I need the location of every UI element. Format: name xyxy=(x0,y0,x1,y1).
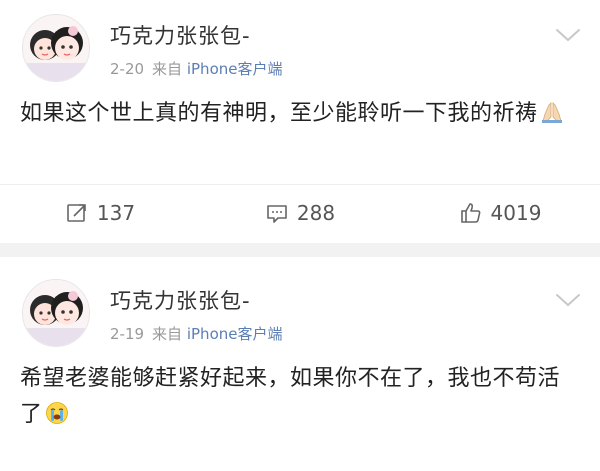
source-prefix: 来自 xyxy=(152,325,183,343)
comment-button[interactable]: 288 xyxy=(200,201,400,225)
crying-face-icon xyxy=(45,402,68,424)
source-link[interactable]: iPhone客户端 xyxy=(187,60,283,78)
like-count: 4019 xyxy=(490,201,542,225)
username[interactable]: 巧克力张张包- xyxy=(110,20,251,50)
avatar-cartoon-couple-icon xyxy=(23,15,89,81)
action-bar: 137 288 4019 xyxy=(0,186,600,240)
username[interactable]: 巧克力张张包- xyxy=(110,285,251,315)
chevron-down-icon[interactable] xyxy=(554,291,582,309)
weibo-post: 巧克力张张包- 2-20 来自 iPhone客户端 如果这个世上真的有神明，至少能… xyxy=(0,0,600,243)
post-content: 如果这个世上真的有神明，至少能聆听一下我的祈祷 xyxy=(20,96,576,132)
chevron-down-icon[interactable] xyxy=(554,26,582,44)
post-date: 2-20 xyxy=(110,60,145,78)
post-date: 2-19 xyxy=(110,325,145,343)
avatar[interactable] xyxy=(22,14,90,82)
avatar-cartoon-couple-icon xyxy=(23,280,89,346)
pray-icon xyxy=(541,102,562,123)
post-meta: 2-19 来自 iPhone客户端 xyxy=(110,323,282,344)
source-prefix: 来自 xyxy=(152,60,183,78)
comment-count: 288 xyxy=(296,201,336,225)
repost-button[interactable]: 137 xyxy=(0,201,200,225)
post-content: 希望老婆能够赶紧好起来，如果你不在了，我也不苟活了 xyxy=(20,361,576,433)
repost-count: 137 xyxy=(96,201,136,225)
post-meta: 2-20 来自 iPhone客户端 xyxy=(110,58,282,79)
post-separator xyxy=(0,243,600,257)
like-button[interactable]: 4019 xyxy=(400,201,600,225)
post-text: 如果这个世上真的有神明，至少能聆听一下我的祈祷 xyxy=(20,101,538,126)
divider xyxy=(0,184,600,185)
source-link[interactable]: iPhone客户端 xyxy=(187,325,283,343)
post-text: 希望老婆能够赶紧好起来，如果你不在了，我也不苟活了 xyxy=(20,366,561,427)
comment-icon xyxy=(267,205,287,223)
avatar[interactable] xyxy=(22,279,90,347)
weibo-post: 巧克力张张包- 2-19 来自 iPhone客户端 希望老婆能够赶紧好起来，如果你… xyxy=(0,257,600,471)
thumbs-up-icon xyxy=(460,203,480,223)
repost-icon xyxy=(67,204,86,222)
